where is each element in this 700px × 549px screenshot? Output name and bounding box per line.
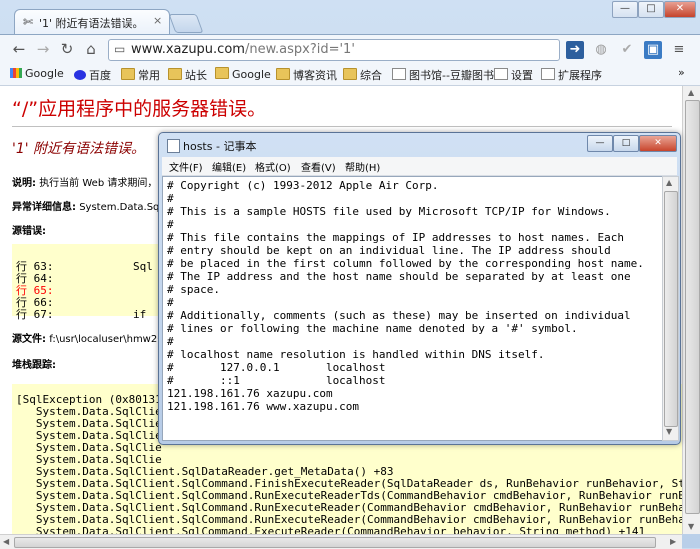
bookmark-page[interactable]: 扩展程序 — [541, 67, 602, 83]
home-icon[interactable]: ⌂ — [82, 40, 100, 58]
bookmarks-bar: Google 百度 常用 站长 Google 博客资讯 综合 图书馆--豆瓣图书… — [0, 64, 700, 86]
bookmark-folder[interactable]: 博客资讯 — [276, 67, 337, 83]
tab-close-icon[interactable]: × — [153, 14, 162, 27]
text-line: # — [167, 335, 174, 348]
source-error-label: 源错误: — [12, 226, 46, 237]
text-line: # This is a sample HOSTS file used by Mi… — [167, 205, 611, 218]
divider — [12, 126, 672, 127]
address-bar[interactable]: ▭ www.xazupu.com/new.aspx?id='1' — [108, 39, 560, 61]
bookmark-folder[interactable]: 常用 — [121, 67, 160, 83]
folder-icon — [276, 68, 290, 80]
globe-icon[interactable]: ◍ — [592, 41, 610, 59]
scroll-left-icon[interactable]: ◀ — [3, 537, 9, 546]
scroll-right-icon[interactable]: ▶ — [670, 537, 676, 546]
menu-icon[interactable]: ≡ — [670, 41, 688, 59]
share-icon[interactable]: ➜ — [566, 41, 584, 59]
text-line: # be placed in the first column followed… — [167, 257, 644, 270]
text-line: # This file contains the mappings of IP … — [167, 231, 624, 244]
extension-icon[interactable]: ▣ — [644, 41, 662, 59]
page-icon — [494, 68, 508, 80]
bookmark-google[interactable]: Google — [10, 67, 64, 80]
bookmark-folder[interactable]: 站长 — [168, 67, 207, 83]
notepad-title: hosts - 记事本 — [183, 140, 257, 153]
scrollbar-thumb[interactable] — [685, 100, 700, 514]
notepad-minimize-button[interactable]: — — [587, 135, 613, 152]
notepad-window[interactable]: hosts - 记事本 — □ ✕ 文件(F) 编辑(E) 格式(O) 查看(V… — [158, 132, 681, 445]
baidu-icon — [74, 70, 86, 80]
forward-icon[interactable]: → — [34, 40, 52, 58]
bookmarks-overflow[interactable]: » — [678, 66, 685, 79]
folder-icon — [121, 68, 135, 80]
text-line: # The IP address and the host name shoul… — [167, 270, 631, 283]
page-icon: ▭ — [114, 42, 126, 56]
description-row: 说明: 执行当前 Web 请求期间， — [12, 178, 158, 189]
exception-row: 异常详细信息: System.Data.Sql — [12, 202, 163, 213]
browser-tab[interactable]: ✄ '1' 附近有语法错误。 × — [14, 9, 170, 35]
text-line: # entry should be kept on an individual … — [167, 244, 611, 257]
text-line: # — [167, 192, 174, 205]
notepad-text-area[interactable]: # Copyright (c) 1993-2012 Apple Air Corp… — [162, 176, 663, 441]
text-line: # 127.0.0.1 localhost — [167, 361, 386, 374]
text-line: # — [167, 296, 174, 309]
text-line: # Additionally, comments (such as these)… — [167, 309, 631, 322]
scroll-up-icon[interactable]: ▲ — [688, 88, 694, 97]
puzzle-icon: ✄ — [23, 15, 34, 29]
bookmark-baidu[interactable]: 百度 — [74, 67, 111, 83]
text-line: # ::1 localhost — [167, 374, 386, 387]
reload-icon[interactable]: ↻ — [58, 40, 76, 58]
url-text: www.xazupu.com/new.aspx?id='1' — [131, 42, 355, 57]
scroll-up-icon[interactable]: ▲ — [666, 178, 672, 187]
scroll-down-icon[interactable]: ▼ — [688, 522, 694, 531]
text-line: # space. — [167, 283, 220, 296]
folder-icon — [343, 68, 357, 80]
notepad-vertical-scrollbar[interactable]: ▲ ▼ — [662, 176, 679, 441]
page-vertical-scrollbar[interactable]: ▲ ▼ — [682, 86, 700, 534]
bookmark-folder[interactable]: Google — [215, 67, 271, 81]
menu-file[interactable]: 文件(F) — [169, 159, 203, 174]
menu-view[interactable]: 查看(V) — [301, 159, 336, 174]
tab-title: '1' 附近有语法错误。 — [39, 17, 144, 30]
menu-edit[interactable]: 编辑(E) — [212, 159, 246, 174]
notepad-close-button[interactable]: ✕ — [639, 135, 677, 152]
text-line: 121.198.161.76 www.xazupu.com — [167, 400, 360, 413]
minimize-button[interactable]: — — [612, 1, 638, 18]
menu-format[interactable]: 格式(O) — [255, 159, 291, 174]
close-button[interactable]: ✕ — [664, 1, 696, 18]
maximize-button[interactable]: □ — [638, 1, 664, 18]
page-icon — [541, 68, 555, 80]
google-icon — [10, 68, 22, 78]
text-line: # — [167, 218, 174, 231]
text-line: # lines or following the machine name de… — [167, 322, 578, 335]
error-subtitle: '1' 附近有语法错误。 — [12, 141, 146, 157]
text-line: # Copyright (c) 1993-2012 Apple Air Corp… — [167, 179, 439, 192]
folder-icon — [168, 68, 182, 80]
back-icon[interactable]: ← — [10, 40, 28, 58]
browser-toolbar: ← → ↻ ⌂ ▭ www.xazupu.com/new.aspx?id='1'… — [0, 34, 700, 65]
bookmark-page[interactable]: 图书馆--豆瓣图书 — [392, 67, 494, 83]
scroll-down-icon[interactable]: ▼ — [666, 427, 672, 436]
bookmark-folder[interactable]: 综合 — [343, 67, 382, 83]
page-horizontal-scrollbar[interactable]: ◀ ▶ — [0, 534, 682, 549]
browser-window: ✄ '1' 附近有语法错误。 × — □ ✕ ← → ↻ ⌂ ▭ www.xaz… — [0, 0, 700, 549]
text-line: # localhost name resolution is handled w… — [167, 348, 545, 361]
stack-trace-label: 堆栈跟踪: — [12, 360, 56, 371]
notepad-menubar: 文件(F) 编辑(E) 格式(O) 查看(V) 帮助(H) — [162, 157, 677, 176]
notepad-icon — [167, 139, 180, 153]
notepad-maximize-button[interactable]: □ — [613, 135, 639, 152]
check-icon[interactable]: ✔ — [618, 41, 636, 59]
bookmark-page[interactable]: 设置 — [494, 67, 533, 83]
source-line: 行 67: if — [16, 308, 147, 321]
scrollbar-thumb[interactable] — [14, 537, 656, 548]
source-file-row: 源文件: f:\usr\localuser\hmw201 — [12, 334, 170, 345]
text-line: 121.198.161.76 xazupu.com — [167, 387, 333, 400]
folder-icon — [215, 67, 229, 79]
stack-line: System.Data.SqlClient.SqlCommand.Execute… — [16, 525, 646, 535]
scrollbar-thumb[interactable] — [664, 191, 678, 427]
menu-help[interactable]: 帮助(H) — [345, 159, 380, 174]
page-icon — [392, 68, 406, 80]
page-title: “/”应用程序中的服务器错误。 — [12, 98, 267, 120]
source-code-box: 行 63: Sql 行 64: 行 65: 行 66: 行 67: if — [12, 244, 172, 321]
new-tab-button[interactable] — [168, 14, 204, 33]
